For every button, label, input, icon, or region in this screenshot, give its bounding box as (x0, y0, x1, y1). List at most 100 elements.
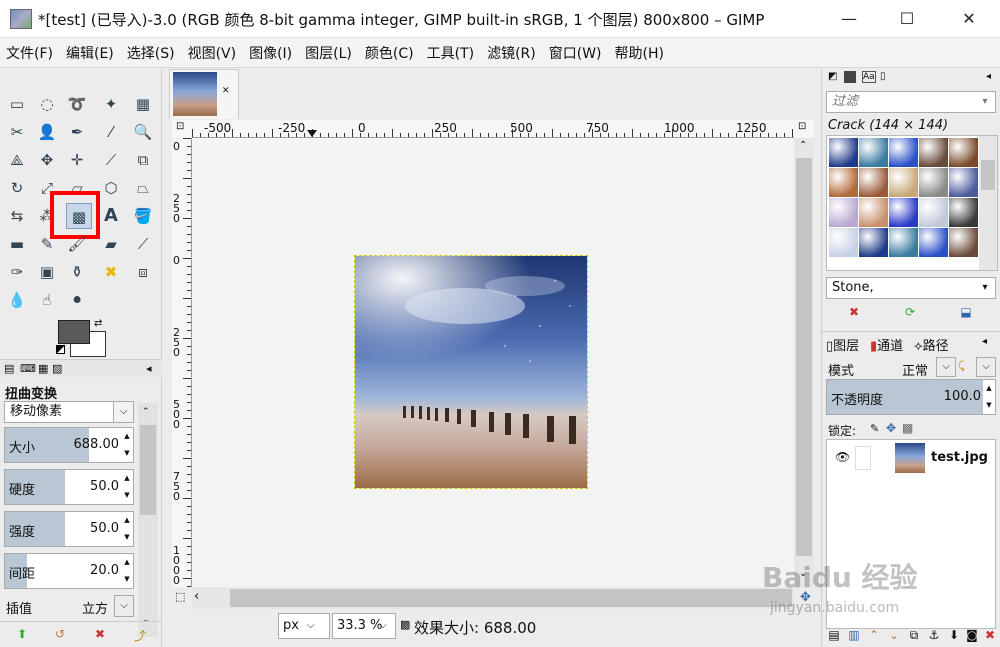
quick-mask-icon[interactable]: ⬚ (175, 590, 185, 603)
tab-paths[interactable]: ⟡路径 (914, 335, 949, 354)
tab-menu-icon[interactable]: ◂ (146, 362, 152, 375)
close-icon[interactable]: ✕ (222, 86, 230, 96)
refresh-patterns-icon[interactable]: ⟳ (902, 305, 918, 319)
visibility-eye-icon[interactable]: 👁 (835, 450, 850, 464)
smudge-icon[interactable]: ☝ (34, 287, 60, 313)
pattern-swatch[interactable] (919, 138, 948, 167)
duplicate-layer-icon[interactable]: ⧉ (906, 628, 922, 643)
document-tab-icon[interactable]: ▯ (880, 71, 886, 82)
pattern-swatch[interactable] (859, 168, 888, 197)
spin-arrows-icon[interactable]: ▲ ▼ (121, 470, 133, 504)
delete-layer-icon[interactable]: ✖ (982, 628, 998, 642)
maximize-button[interactable]: ☐ (878, 0, 936, 38)
pattern-grid[interactable] (826, 135, 998, 271)
horizontal-scroll-thumb[interactable] (230, 589, 792, 607)
move-icon[interactable]: ✥ (34, 147, 60, 173)
unified-transform-icon[interactable]: ⧉ (130, 147, 156, 173)
merge-layer-icon[interactable]: ⬇ (946, 628, 962, 642)
rect-select-icon[interactable]: ▭ (4, 91, 30, 117)
menu-layer[interactable]: 图层(L) (305, 43, 352, 63)
options-scrollbar[interactable]: ⌃ ⌄ (138, 403, 158, 637)
spin-arrows-icon[interactable]: ▲ ▼ (121, 554, 133, 588)
chain-toggle[interactable] (855, 446, 871, 470)
heal-icon[interactable]: ✖ (98, 259, 124, 285)
pattern-swatch[interactable] (949, 198, 978, 227)
strength-spinner[interactable]: 强度 50.0 ▲ ▼ (4, 511, 134, 547)
pattern-swatch[interactable] (889, 168, 918, 197)
clone-icon[interactable]: ⚱ (64, 259, 90, 285)
patterns-tab-icon[interactable] (844, 71, 856, 83)
crop-icon[interactable]: ⟋ (98, 147, 124, 173)
pattern-swatch[interactable] (859, 198, 888, 227)
blur-icon[interactable]: 💧 (4, 287, 30, 313)
unit-select[interactable]: px ⌵ (278, 613, 330, 639)
menu-tools[interactable]: 工具(T) (427, 43, 474, 63)
scissors-select-icon[interactable]: ✂ (4, 119, 30, 145)
color-select-icon[interactable]: ▦ (130, 91, 156, 117)
lower-layer-icon[interactable]: ⌄ (886, 628, 902, 642)
ruler-corner[interactable]: ⊡ (172, 120, 192, 138)
pattern-swatch[interactable] (949, 228, 978, 257)
zoom-icon[interactable]: 🔍 (130, 119, 156, 145)
size-spinner[interactable]: 大小 688.00 ▲ ▼ (4, 427, 134, 463)
ink-icon[interactable]: ✑ (4, 259, 30, 285)
image-canvas[interactable] (354, 255, 588, 489)
pattern-tag-input[interactable]: Stone, ▾ (826, 277, 996, 299)
new-layer-group-icon[interactable]: ▥ (846, 628, 862, 642)
minimize-button[interactable]: — (820, 0, 878, 38)
raise-layer-icon[interactable]: ⌃ (866, 628, 882, 642)
swap-colors-icon[interactable]: ⇄ (94, 318, 102, 329)
flip-icon[interactable]: ⇆ (4, 203, 30, 229)
gradient-icon[interactable]: ▬ (4, 231, 30, 257)
scroll-up-icon[interactable]: ⌃ (799, 140, 807, 151)
menu-file[interactable]: 文件(F) (6, 43, 53, 63)
menu-windows[interactable]: 窗口(W) (549, 43, 602, 63)
zoom-select[interactable]: 33.3 % ⌵ (332, 613, 396, 639)
pencil-icon[interactable]: ✎ (34, 231, 60, 257)
spin-arrows-icon[interactable]: ▲ ▼ (121, 512, 133, 546)
pattern-swatch[interactable] (829, 168, 858, 197)
foreground-select-icon[interactable]: 👤 (34, 119, 60, 145)
hardness-spinner[interactable]: 硬度 50.0 ▲ ▼ (4, 469, 134, 505)
canvas-horizontal-scrollbar[interactable]: ‹ (192, 587, 794, 609)
color-picker-icon[interactable]: ⁄ (98, 119, 124, 145)
lock-position-icon[interactable]: ✥ (886, 421, 896, 435)
eraser-icon[interactable]: ▰ (98, 231, 124, 257)
menu-select[interactable]: 选择(S) (127, 43, 175, 63)
pattern-swatch[interactable] (829, 138, 858, 167)
pattern-filter-input[interactable]: 过滤 ▾ (826, 91, 996, 113)
dodge-burn-icon[interactable]: ⚫ (64, 287, 90, 313)
anchor-layer-icon[interactable]: ⚓ (926, 628, 942, 642)
paths-icon[interactable]: ✒ (64, 119, 90, 145)
pattern-swatch[interactable] (829, 198, 858, 227)
spacing-spinner[interactable]: 间距 20.0 ▲ ▼ (4, 553, 134, 589)
pattern-swatch[interactable] (919, 228, 948, 257)
rotate-icon[interactable]: ↻ (4, 175, 30, 201)
tab-menu-icon[interactable]: ◂ (986, 71, 991, 82)
menu-image[interactable]: 图像(I) (249, 43, 292, 63)
pattern-scrollbar[interactable] (979, 136, 997, 270)
pattern-swatch[interactable] (949, 138, 978, 167)
layer-mask-icon[interactable]: ◙ (964, 628, 980, 642)
quick-mask-toggle[interactable]: ⬚ (172, 587, 192, 609)
chevron-down-icon[interactable]: ⌵ (936, 357, 956, 377)
pattern-swatch[interactable] (889, 198, 918, 227)
tool-options-tab-icon[interactable]: ▤ (4, 362, 14, 375)
bucket-fill-icon[interactable]: 🪣 (130, 203, 156, 229)
cancel-operation-icon[interactable]: ▩ (400, 618, 410, 631)
chevron-down-icon[interactable]: ⌵ (976, 357, 996, 377)
device-status-tab-icon[interactable]: ⌨ (20, 362, 36, 375)
mode-value[interactable]: 正常 (902, 360, 928, 379)
foreground-color-swatch[interactable] (58, 320, 90, 344)
scroll-left-icon[interactable]: ‹ (194, 589, 199, 604)
menu-help[interactable]: 帮助(H) (615, 43, 664, 63)
new-layer-icon[interactable]: ▤ (826, 628, 842, 642)
close-button[interactable]: ✕ (940, 0, 998, 38)
tab-layers[interactable]: ▯图层 (826, 335, 859, 354)
pattern-swatch[interactable] (889, 138, 918, 167)
mypaint-brush-icon[interactable]: ▣ (34, 259, 60, 285)
delete-pattern-icon[interactable]: ✖ (846, 305, 862, 319)
brushes-tab-icon[interactable]: ◩ (828, 71, 837, 82)
navigate-corner[interactable]: ⊡ (794, 120, 814, 138)
paintbrush-icon[interactable]: 🖌 (64, 231, 90, 257)
